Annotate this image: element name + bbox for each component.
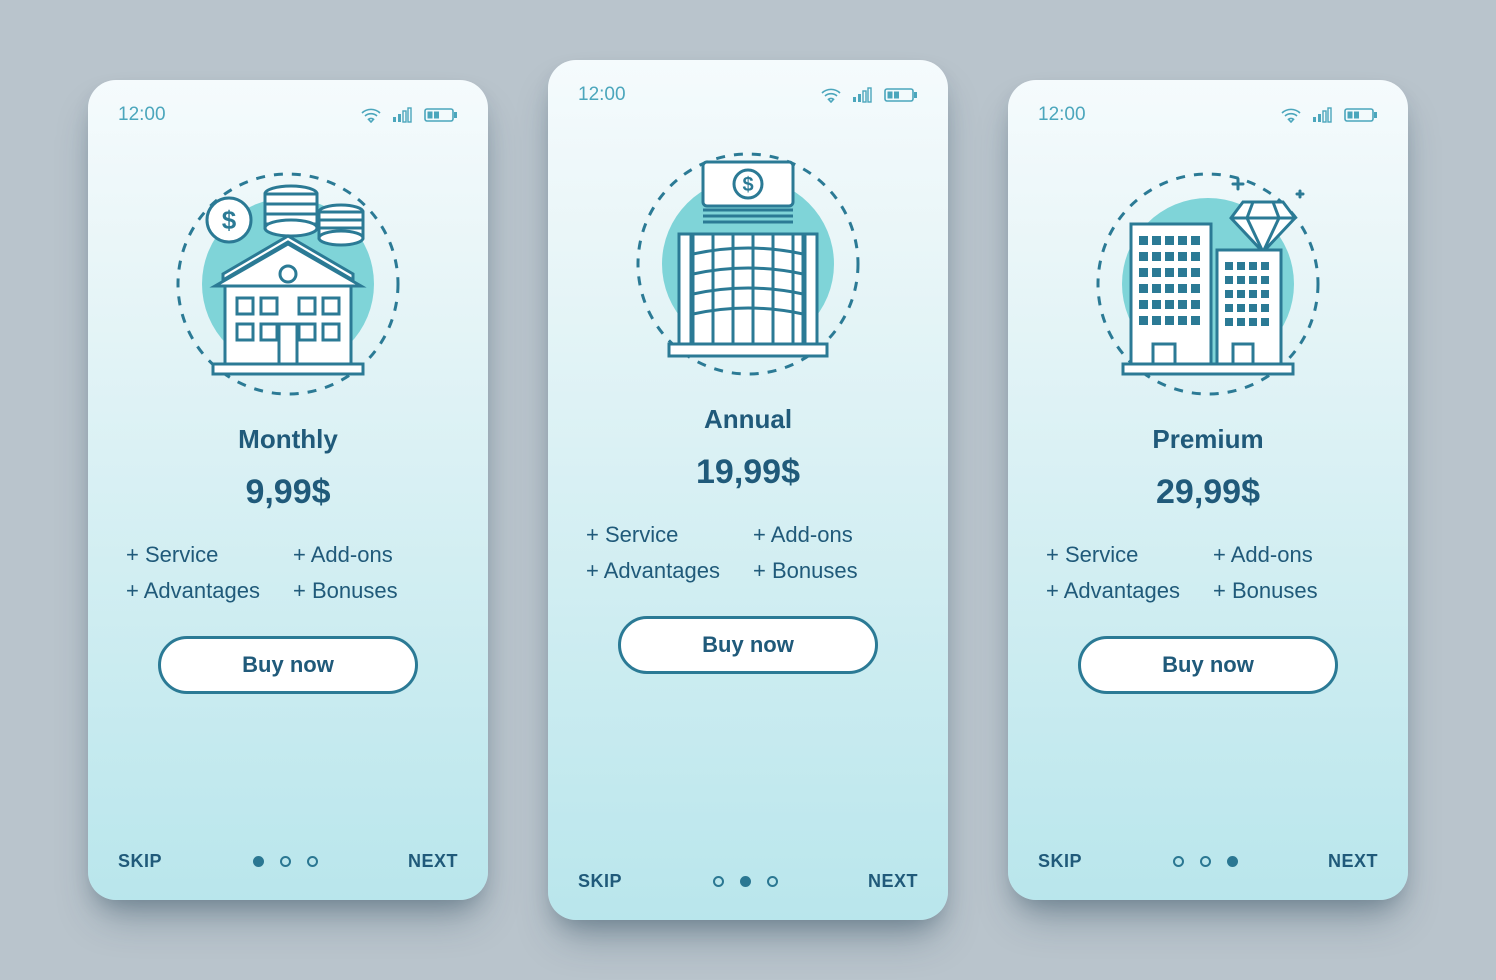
status-time: 12:00 bbox=[578, 84, 626, 106]
page-dot[interactable] bbox=[1227, 856, 1238, 867]
skip-button[interactable]: SKIP bbox=[578, 871, 622, 892]
page-dot[interactable] bbox=[740, 876, 751, 887]
wifi-icon bbox=[1280, 107, 1302, 123]
status-icons bbox=[1280, 107, 1378, 123]
page-dot[interactable] bbox=[253, 856, 264, 867]
battery-icon bbox=[1344, 107, 1378, 123]
pagination-row: SKIP NEXT bbox=[1038, 851, 1378, 872]
towers-diamond-icon bbox=[1083, 154, 1333, 404]
pagination-row: SKIP NEXT bbox=[118, 851, 458, 872]
buy-now-button[interactable]: Buy now bbox=[618, 616, 878, 674]
status-bar: 12:00 bbox=[118, 104, 458, 126]
page-dots bbox=[253, 856, 318, 867]
wifi-icon bbox=[820, 87, 842, 103]
feature-item: + Advantages bbox=[126, 578, 283, 604]
status-bar: 12:00 bbox=[578, 84, 918, 106]
plan-title: Monthly bbox=[118, 424, 458, 455]
skip-button[interactable]: SKIP bbox=[118, 851, 162, 872]
phone-screen-premium: 12:00 bbox=[1008, 80, 1408, 900]
status-icons bbox=[360, 107, 458, 123]
phone-screen-monthly: 12:00 bbox=[88, 80, 488, 900]
status-bar: 12:00 bbox=[1038, 104, 1378, 126]
status-time: 12:00 bbox=[118, 104, 166, 126]
feature-item: + Bonuses bbox=[293, 578, 450, 604]
status-icons bbox=[820, 87, 918, 103]
skip-button[interactable]: SKIP bbox=[1038, 851, 1082, 872]
feature-item: + Bonuses bbox=[753, 558, 910, 584]
wifi-icon bbox=[360, 107, 382, 123]
feature-item: + Add-ons bbox=[293, 542, 450, 568]
page-dots bbox=[713, 876, 778, 887]
feature-item: + Advantages bbox=[586, 558, 743, 584]
page-dot[interactable] bbox=[767, 876, 778, 887]
signal-icon bbox=[392, 107, 414, 123]
next-button[interactable]: NEXT bbox=[408, 851, 458, 872]
battery-icon bbox=[424, 107, 458, 123]
plan-illustration: $ bbox=[118, 154, 458, 404]
svg-text:$: $ bbox=[742, 174, 753, 196]
feature-item: + Service bbox=[1046, 542, 1203, 568]
plan-features: + Service + Add-ons + Advantages + Bonus… bbox=[118, 542, 458, 604]
page-dot[interactable] bbox=[307, 856, 318, 867]
plan-title: Annual bbox=[578, 404, 918, 435]
phone-screen-annual: 12:00 $ bbox=[548, 60, 948, 920]
buy-now-button[interactable]: Buy now bbox=[1078, 636, 1338, 694]
svg-text:$: $ bbox=[222, 205, 237, 235]
plan-illustration bbox=[1038, 154, 1378, 404]
page-dot[interactable] bbox=[1200, 856, 1211, 867]
page-dots bbox=[1173, 856, 1238, 867]
page-dot[interactable] bbox=[1173, 856, 1184, 867]
pagination-row: SKIP NEXT bbox=[578, 871, 918, 892]
plan-price: 19,99$ bbox=[578, 453, 918, 492]
plan-illustration: $ bbox=[578, 134, 918, 384]
feature-item: + Bonuses bbox=[1213, 578, 1370, 604]
page-dot[interactable] bbox=[713, 876, 724, 887]
next-button[interactable]: NEXT bbox=[1328, 851, 1378, 872]
page-dot[interactable] bbox=[280, 856, 291, 867]
feature-item: + Service bbox=[126, 542, 283, 568]
feature-item: + Add-ons bbox=[1213, 542, 1370, 568]
battery-icon bbox=[884, 87, 918, 103]
next-button[interactable]: NEXT bbox=[868, 871, 918, 892]
plan-features: + Service + Add-ons + Advantages + Bonus… bbox=[1038, 542, 1378, 604]
plan-price: 9,99$ bbox=[118, 473, 458, 512]
onboarding-stage: 12:00 bbox=[88, 60, 1408, 920]
bank-cash-icon: $ bbox=[623, 134, 873, 384]
plan-title: Premium bbox=[1038, 424, 1378, 455]
signal-icon bbox=[852, 87, 874, 103]
status-time: 12:00 bbox=[1038, 104, 1086, 126]
feature-item: + Add-ons bbox=[753, 522, 910, 548]
plan-features: + Service + Add-ons + Advantages + Bonus… bbox=[578, 522, 918, 584]
plan-price: 29,99$ bbox=[1038, 473, 1378, 512]
buy-now-button[interactable]: Buy now bbox=[158, 636, 418, 694]
feature-item: + Advantages bbox=[1046, 578, 1203, 604]
feature-item: + Service bbox=[586, 522, 743, 548]
house-coins-icon: $ bbox=[163, 154, 413, 404]
signal-icon bbox=[1312, 107, 1334, 123]
